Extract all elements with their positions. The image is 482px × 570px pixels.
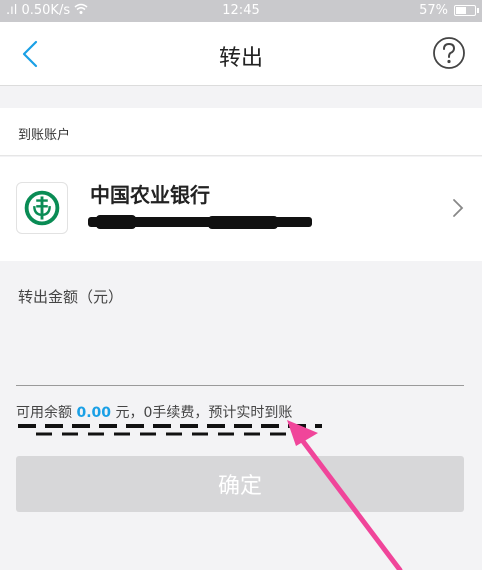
balance-value: 0.00 — [76, 405, 111, 421]
annotation-arrow-head — [287, 420, 318, 446]
balance-prefix: 可用余额 — [16, 405, 77, 421]
battery-percent: 57% — [419, 3, 448, 18]
balance-info: 可用余额 0.00 元，0手续费，预计实时到账 — [16, 402, 292, 422]
receiving-account-row[interactable]: 中国农业银行 — [0, 157, 482, 261]
bank-logo-icon — [16, 182, 68, 234]
battery-status: 57% — [419, 3, 479, 18]
nav-bar: 转出 — [0, 22, 482, 86]
redacted-account-number — [88, 215, 312, 229]
chevron-right-icon — [453, 199, 464, 217]
bank-name: 中国农业银行 — [90, 183, 210, 207]
question-circle-icon[interactable] — [432, 36, 466, 70]
balance-suffix: 元，0手续费，预计实时到账 — [111, 405, 293, 421]
account-section-label: 到账账户 — [18, 128, 71, 143]
amount-input[interactable] — [16, 350, 464, 386]
amount-label: 转出金额（元） — [18, 288, 124, 306]
battery-icon — [454, 5, 479, 16]
page-title: 转出 — [218, 46, 263, 71]
amount-section: 转出金额（元） — [0, 262, 482, 412]
confirm-button[interactable]: 确定 — [16, 456, 464, 512]
clock: 12:45 — [222, 3, 260, 18]
account-section-header: 到账账户 — [0, 108, 482, 156]
status-bar: .ıl 0.50K/s 12:45 57% — [0, 0, 482, 22]
